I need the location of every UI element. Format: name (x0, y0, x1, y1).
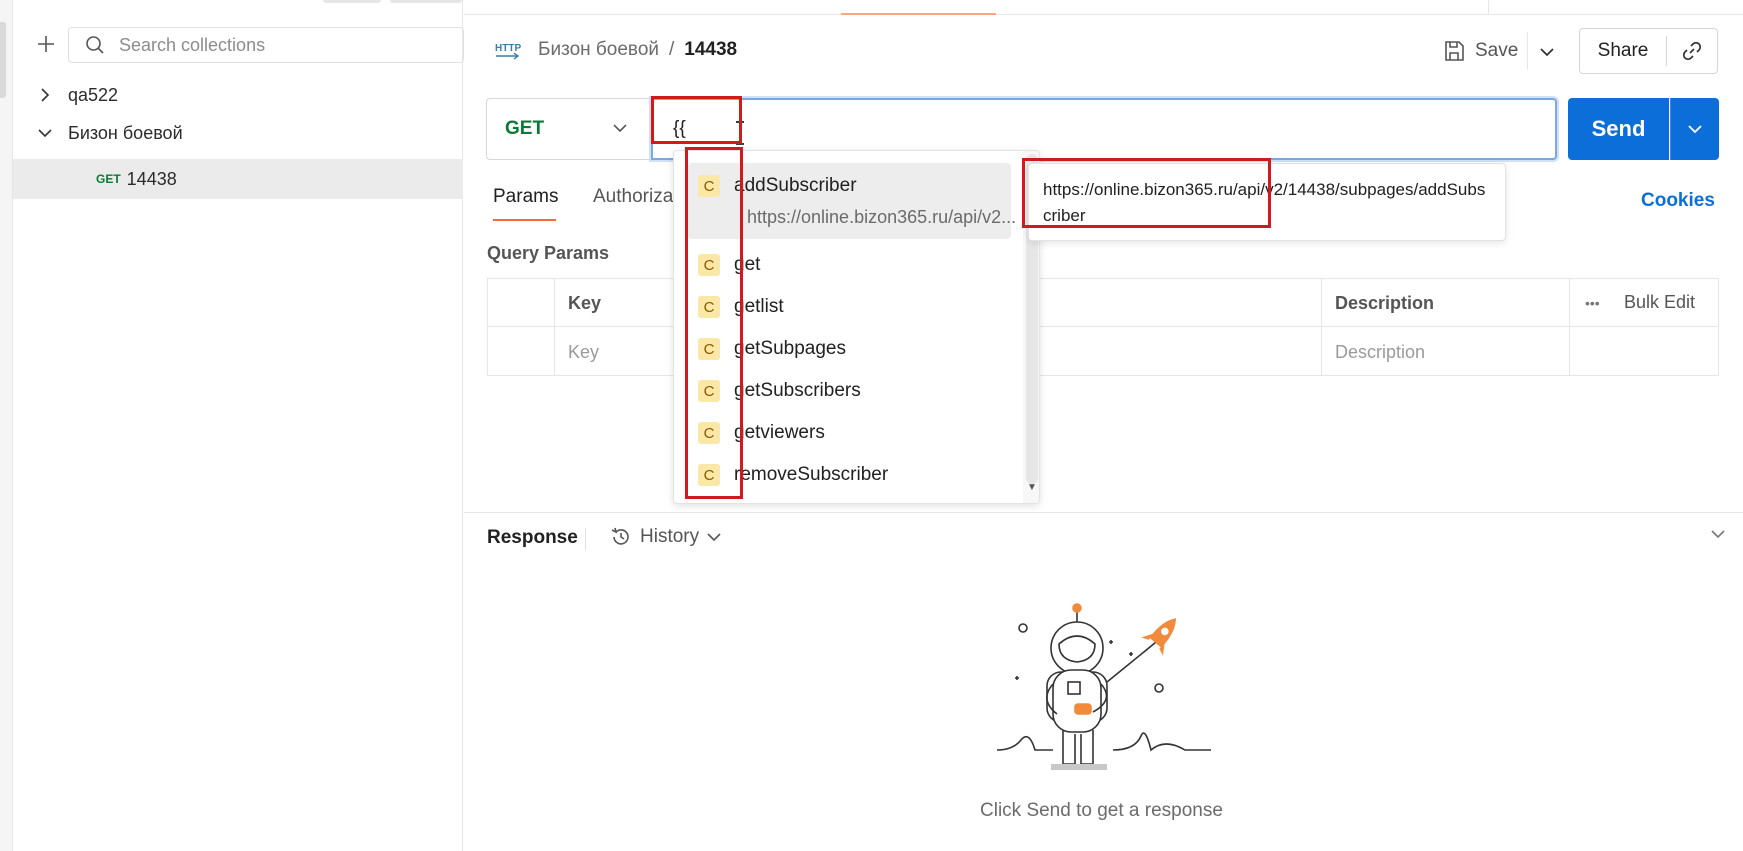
empty-response-message: Click Send to get a response (980, 800, 1223, 821)
collapse-response-button[interactable] (1710, 528, 1726, 540)
autocomplete-item-label: addSubscriber (734, 175, 857, 196)
search-collections-input[interactable]: Search collections (68, 27, 464, 63)
autocomplete-item-label: getSubscribers (734, 380, 861, 401)
query-params-table: Key Description ••• Bulk Edit Key Descri… (487, 278, 1719, 376)
search-icon (86, 36, 104, 54)
history-icon (611, 527, 629, 545)
table-divider (1321, 279, 1322, 375)
tab-params[interactable]: Params (493, 186, 558, 208)
sidebar-toolbar-stub (390, 0, 462, 3)
bulk-edit-button[interactable]: Bulk Edit (1624, 292, 1695, 313)
sidebar-item-label: qa522 (68, 84, 119, 105)
autocomplete-item-label: getviewers (734, 422, 825, 443)
breadcrumb-collection[interactable]: Бизон боевой (538, 39, 659, 61)
active-tab-indicator (841, 13, 996, 15)
history-button[interactable]: History (610, 526, 721, 548)
method-select[interactable]: GET (486, 98, 650, 160)
history-label: History (640, 526, 700, 547)
annotation-box-url-braces (651, 96, 742, 144)
link-icon (1682, 41, 1702, 61)
chevron-down-icon (1540, 48, 1554, 57)
tab-bar-divider (1488, 0, 1489, 14)
column-header-key: Key (568, 293, 602, 313)
autocomplete-item-label: removeSubscriber (734, 464, 889, 485)
response-header-divider (585, 528, 586, 550)
table-divider (1569, 279, 1570, 375)
tab-authorization[interactable]: Authoriza (593, 186, 673, 208)
add-collection-button[interactable] (33, 31, 59, 57)
collections-sidebar: Search collections qa522 Бизон боевой GE… (13, 0, 464, 851)
chevron-down-icon (613, 122, 627, 134)
scroll-down-icon[interactable]: ▼ (1027, 482, 1037, 493)
sidebar-item-request-14438[interactable]: GET 14438 (13, 159, 463, 199)
share-group: Share (1579, 28, 1718, 74)
save-icon (1445, 41, 1464, 61)
chevron-right-icon (35, 88, 55, 102)
left-activity-strip (0, 0, 13, 851)
chevron-down-icon (35, 127, 55, 139)
more-options-icon[interactable]: ••• (1585, 295, 1600, 311)
request-title[interactable]: 14438 (684, 39, 737, 61)
http-request-icon: HTTP (494, 40, 522, 62)
breadcrumb-separator: / (669, 39, 675, 60)
svg-text:HTTP: HTTP (495, 43, 521, 54)
sidebar-item-label: 14438 (126, 168, 177, 189)
plus-icon (38, 36, 54, 52)
send-options-button[interactable] (1670, 98, 1719, 160)
method-badge: GET (96, 172, 121, 186)
annotation-box-tooltip-url (1022, 158, 1271, 228)
active-tab-underline (493, 219, 556, 221)
response-divider (464, 512, 1743, 513)
breadcrumb: Бизон боевой / 14438 (538, 39, 737, 61)
table-divider (554, 279, 555, 375)
column-header-description: Description (1335, 293, 1435, 313)
chevron-down-icon (1688, 125, 1702, 134)
save-options-button[interactable] (1535, 40, 1559, 64)
tab-bar-border (464, 14, 1743, 15)
save-divider (1527, 32, 1528, 70)
annotation-box-variable-badges (685, 147, 743, 499)
chevron-down-icon (1711, 530, 1725, 539)
autocomplete-item-label: getSubpages (734, 338, 846, 359)
query-params-title: Query Params (487, 243, 610, 263)
save-button[interactable]: Save (1443, 36, 1518, 66)
sidebar-resize-handle[interactable] (0, 22, 6, 98)
cookies-link[interactable]: Cookies (1641, 190, 1715, 212)
method-value: GET (505, 118, 545, 139)
description-input[interactable]: Description (1335, 342, 1425, 363)
autocomplete-item-value: https://online.bizon365.ru/api/v2... (747, 207, 1017, 227)
copy-link-button[interactable] (1667, 39, 1717, 63)
save-label: Save (1475, 40, 1519, 61)
sidebar-item-label: Бизон боевой (68, 122, 183, 143)
sidebar-toolbar-stub (323, 0, 381, 3)
sidebar-item-qa522[interactable]: qa522 (13, 75, 463, 115)
search-placeholder: Search collections (119, 34, 266, 55)
chevron-down-icon (707, 533, 721, 542)
key-input[interactable]: Key (568, 342, 599, 363)
share-button[interactable]: Share (1580, 40, 1666, 62)
astronaut-illustration (995, 600, 1215, 780)
response-title: Response (487, 527, 578, 548)
send-button[interactable]: Send (1568, 98, 1669, 160)
sidebar-item-bizon-collection[interactable]: Бизон боевой (13, 113, 463, 153)
